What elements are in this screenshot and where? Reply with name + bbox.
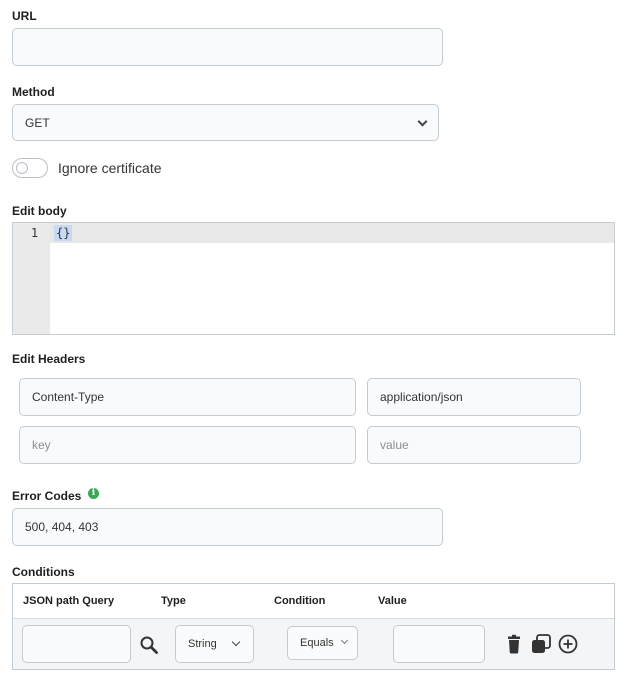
error-codes-input[interactable]: 500, 404, 403 bbox=[12, 508, 443, 546]
json-path-input[interactable] bbox=[22, 625, 131, 663]
key-placeholder: key bbox=[32, 438, 51, 452]
header-value-value: application/json bbox=[380, 390, 463, 404]
new-header-key-input[interactable]: key bbox=[19, 426, 356, 464]
column-value: Value bbox=[378, 595, 407, 607]
method-label: Method bbox=[12, 85, 55, 99]
info-icon[interactable]: i bbox=[88, 488, 99, 499]
condition-row: String Equals bbox=[13, 619, 614, 669]
condition-select[interactable]: Equals bbox=[287, 626, 358, 660]
chevron-down-icon bbox=[340, 636, 349, 645]
active-line-highlight bbox=[50, 223, 614, 243]
ignore-certificate-toggle[interactable] bbox=[12, 158, 48, 178]
header-value-input[interactable]: application/json bbox=[367, 378, 581, 416]
chevron-down-icon bbox=[417, 116, 428, 127]
method-select[interactable]: GET bbox=[12, 104, 439, 141]
header-key-input[interactable]: Content-Type bbox=[19, 378, 356, 416]
column-condition: Condition bbox=[274, 595, 326, 607]
condition-value-input[interactable] bbox=[393, 625, 485, 663]
ignore-certificate-label: Ignore certificate bbox=[58, 160, 162, 176]
type-value: String bbox=[188, 638, 217, 650]
error-codes-value: 500, 404, 403 bbox=[25, 520, 99, 534]
conditions-table: JSON path Query Type Condition Value Str… bbox=[12, 583, 615, 670]
header-key-value: Content-Type bbox=[32, 390, 105, 404]
chevron-down-icon bbox=[231, 637, 241, 647]
condition-value: Equals bbox=[300, 637, 334, 649]
value-placeholder: value bbox=[380, 438, 409, 452]
new-header-value-input[interactable]: value bbox=[367, 426, 581, 464]
edit-body-label: Edit body bbox=[12, 204, 67, 218]
copy-icon[interactable] bbox=[531, 634, 551, 654]
body-editor[interactable]: 1 {} bbox=[12, 222, 615, 335]
conditions-header: JSON path Query Type Condition Value bbox=[13, 584, 614, 619]
column-type: Type bbox=[161, 595, 186, 607]
edit-headers-label: Edit Headers bbox=[12, 352, 86, 366]
url-label: URL bbox=[12, 9, 37, 23]
column-json-path-query: JSON path Query bbox=[23, 595, 115, 607]
add-circle-icon[interactable] bbox=[558, 634, 578, 654]
method-value: GET bbox=[25, 115, 50, 130]
error-codes-label: Error Codes bbox=[12, 489, 82, 503]
search-icon[interactable] bbox=[139, 635, 159, 655]
editor-content: {} bbox=[54, 225, 73, 241]
line-number: 1 bbox=[30, 226, 39, 240]
toggle-knob bbox=[16, 162, 28, 174]
type-select[interactable]: String bbox=[175, 625, 254, 663]
url-input[interactable] bbox=[12, 28, 443, 66]
conditions-label: Conditions bbox=[12, 565, 75, 579]
trash-icon[interactable] bbox=[506, 634, 522, 654]
